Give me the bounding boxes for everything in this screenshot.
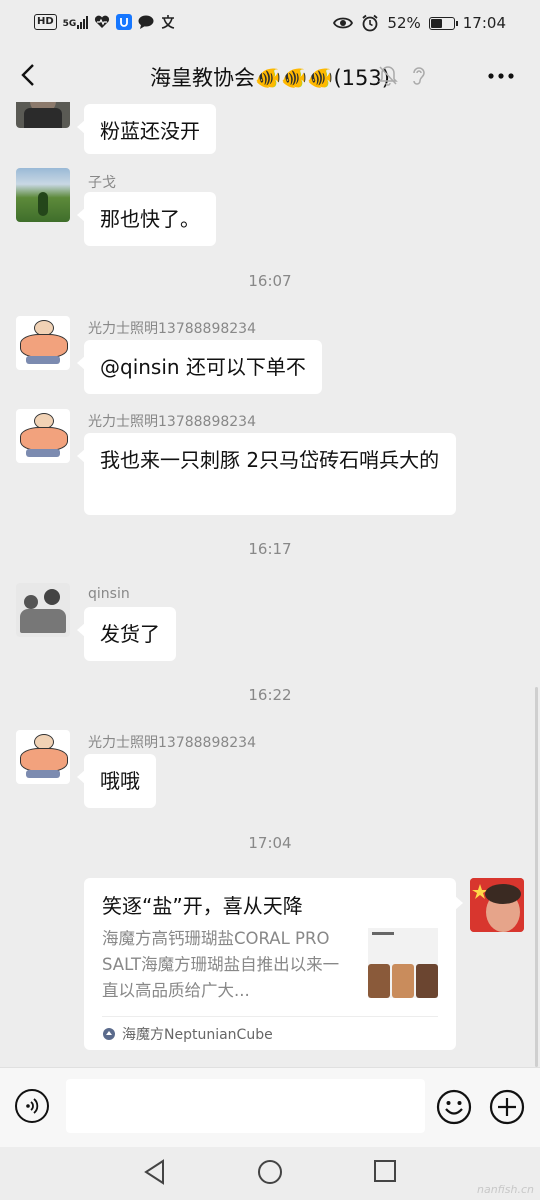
message-input[interactable] (66, 1079, 425, 1133)
status-bar: HD 5G 52% 17:04 (0, 0, 540, 50)
app-u-icon (116, 14, 133, 30)
message-bubble: 我也来一只刺豚 2只马岱砖石哨兵大的 (77, 433, 456, 515)
health-icon (95, 15, 110, 28)
nav-recents-button[interactable] (373, 1159, 397, 1187)
voice-icon (26, 1098, 39, 1114)
message-bubble: 那也快了。 (77, 192, 216, 246)
avatar[interactable] (16, 168, 70, 222)
more-options-icon[interactable] (486, 64, 516, 88)
message-bubble: @qinsin 还可以下单不 (77, 340, 322, 394)
sender-name: 子戈 (88, 175, 116, 191)
nav-back-button[interactable] (143, 1159, 167, 1189)
watermark: nanfish.cn (476, 1183, 534, 1196)
message-bubble: 粉蓝还没开 (77, 104, 216, 154)
message-text: 那也快了。 (100, 207, 200, 231)
battery-percent: 52% (387, 14, 421, 32)
avatar[interactable] (16, 102, 70, 128)
voice-input-button[interactable] (15, 1089, 49, 1123)
sender-name: 光力士照明13788898234 (88, 321, 256, 337)
battery-icon (428, 16, 458, 30)
sender-name: 光力士照明13788898234 (88, 735, 256, 751)
flag-avatar-image (470, 878, 524, 932)
emoji-button-icon[interactable] (436, 1089, 472, 1125)
chat-header: 海皇教协会🐠🐠🐠(153) (0, 50, 540, 102)
avatar[interactable] (16, 583, 70, 637)
avatar[interactable] (16, 409, 70, 463)
message-text: @qinsin 还可以下单不 (100, 355, 306, 379)
eye-icon (333, 17, 354, 29)
mute-bell-icon (378, 66, 398, 86)
battery-level-fill (430, 18, 443, 28)
card-title: 笑逐“盐”开，喜从天降 (102, 894, 303, 918)
5g-signal-icon: 5G (63, 15, 89, 29)
message-bubble: 发货了 (77, 607, 176, 661)
hd-icon: HD (34, 14, 57, 30)
message-text: 发货了 (100, 622, 160, 646)
system-navigation-bar: nanfish.cn (0, 1147, 540, 1200)
my-avatar[interactable] (470, 878, 524, 932)
card-source-name: 海魔方NeptunianCube (122, 1027, 273, 1043)
message-timestamp: 16:17 (248, 540, 292, 558)
alarm-icon (362, 14, 378, 32)
card-source: 海魔方NeptunianCube (102, 1024, 273, 1044)
input-bar (0, 1067, 540, 1148)
status-left-icons: HD 5G (34, 14, 176, 30)
more-functions-plus-icon[interactable] (489, 1089, 525, 1125)
message-text: 粉蓝还没开 (100, 119, 200, 143)
official-account-icon (103, 1028, 115, 1040)
clock: 17:04 (462, 14, 506, 32)
chat-scrollbar[interactable] (535, 687, 538, 1067)
nav-home-button[interactable] (257, 1159, 283, 1189)
avatar[interactable] (16, 730, 70, 784)
card-thumbnail (368, 928, 438, 998)
circle-home-icon (258, 1160, 282, 1184)
ear-icon (413, 67, 425, 85)
chat-title: 海皇教协会🐠🐠🐠(153) (150, 66, 390, 90)
link-card[interactable]: 笑逐“盐”开，喜从天降 海魔方高钙珊瑚盐CORAL PRO SALT海魔方珊瑚盐… (84, 878, 463, 1050)
message-timestamp: 17:04 (248, 834, 292, 852)
message-text: 我也来一只刺豚 2只马岱砖石哨兵大的 (100, 448, 440, 472)
message-timestamp: 16:07 (248, 272, 292, 290)
chat-bubble-icon (138, 15, 154, 29)
message-text: 哦哦 (100, 769, 140, 793)
sender-name: qinsin (88, 586, 130, 602)
triangle-back-icon (144, 1159, 164, 1185)
sender-name: 光力士照明13788898234 (88, 414, 256, 430)
message-timestamp: 16:22 (248, 686, 292, 704)
card-divider (102, 1016, 438, 1017)
status-right-icons: 52% 17:04 (333, 14, 506, 32)
translate-icon (162, 15, 175, 29)
square-recents-icon (374, 1160, 396, 1182)
card-description: 海魔方高钙珊瑚盐CORAL PRO SALT海魔方珊瑚盐自推出以来一直以高品质给… (102, 929, 340, 1000)
avatar[interactable] (16, 316, 70, 370)
chat-messages[interactable]: 粉蓝还没开 子戈 那也快了。 16:07 光力士照明13788898234 @q… (0, 102, 540, 1067)
message-bubble: 哦哦 (77, 754, 156, 808)
